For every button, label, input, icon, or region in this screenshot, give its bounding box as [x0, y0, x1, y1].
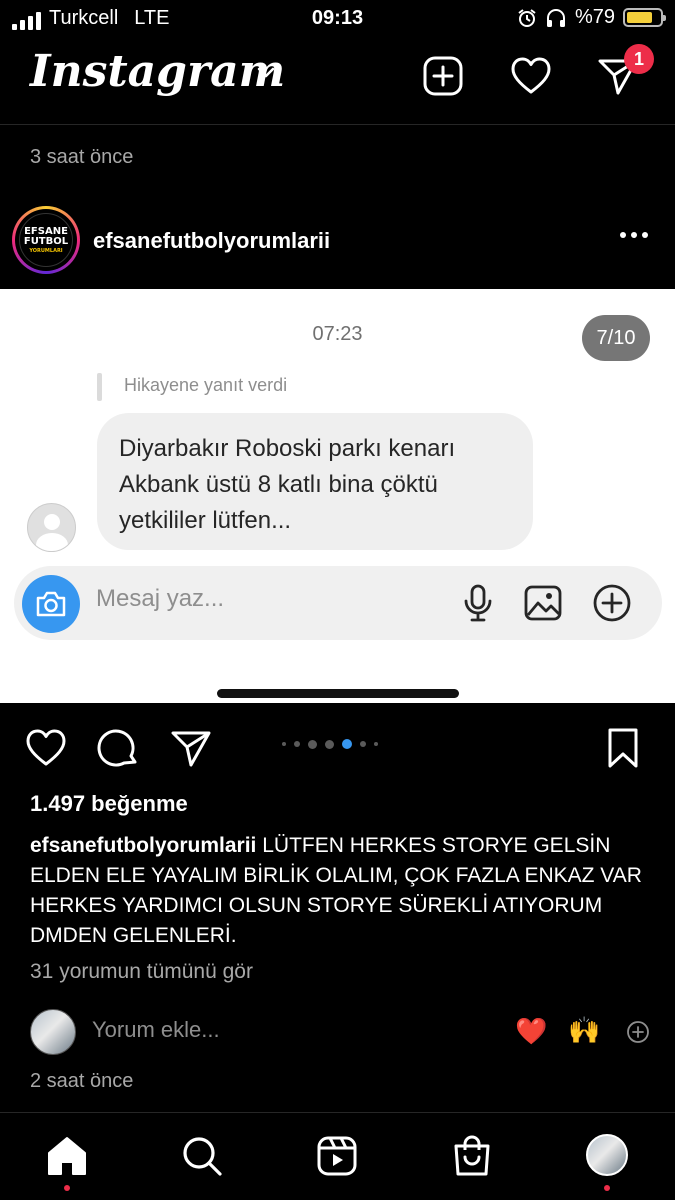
previous-post-time: 3 saat önce	[30, 146, 134, 168]
message-bubble: Diyarbakır Roboski parkı kenarı Akbank ü…	[97, 413, 533, 550]
chevron-down-icon[interactable]	[256, 66, 276, 80]
avatar-text-1: EFSANE	[24, 225, 68, 237]
activity-heart-icon[interactable]	[509, 54, 553, 98]
add-emoji-icon[interactable]	[626, 1020, 650, 1044]
reply-indicator-bar	[97, 373, 102, 401]
search-icon[interactable]	[180, 1134, 224, 1178]
view-all-comments-link[interactable]: 31 yorumun tümünü gör	[30, 960, 253, 984]
carousel-dot	[294, 741, 300, 747]
message-line: Diyarbakır Roboski parkı kenarı	[119, 435, 456, 462]
message-input	[96, 585, 426, 613]
like-count[interactable]: 1.497 beğenme	[30, 791, 188, 817]
notification-badge: 1	[624, 44, 654, 74]
battery-icon	[623, 8, 666, 27]
post-image[interactable]: 07:23 7/10 Hikayene yanıt verdi Diyarbak…	[0, 289, 675, 703]
avatar-text-2: FUTBOL	[23, 235, 69, 247]
carousel-dots[interactable]	[282, 739, 378, 749]
post-time: 2 saat önce	[30, 1070, 134, 1092]
add-circle-icon	[593, 584, 631, 622]
reels-icon[interactable]	[315, 1134, 359, 1178]
profile-notification-dot	[604, 1185, 610, 1191]
caption-username[interactable]: efsanefutbolyorumlarii	[30, 834, 256, 857]
camera-button	[22, 575, 80, 633]
sender-avatar	[27, 503, 76, 552]
story-reply-note: Hikayene yanıt verdi	[124, 375, 288, 395]
like-icon[interactable]	[24, 726, 68, 770]
header-divider	[0, 124, 675, 125]
current-user-avatar	[30, 1009, 76, 1055]
instagram-logo[interactable]: Instagram	[30, 46, 285, 97]
status-bar: Turkcell LTE 09:13 %79	[0, 0, 675, 38]
add-comment-input[interactable]: Yorum ekle...	[92, 1017, 220, 1043]
gallery-icon	[524, 585, 562, 621]
comment-icon[interactable]	[97, 726, 141, 770]
tab-bar-divider	[0, 1112, 675, 1113]
battery-percent: %79	[574, 6, 615, 28]
carousel-dot	[308, 739, 317, 749]
quick-emoji-raised-hands[interactable]: 🙌	[568, 1016, 600, 1046]
image-counter: 7/10	[582, 315, 650, 361]
new-post-icon[interactable]	[421, 54, 465, 98]
message-time: 07:23	[312, 323, 363, 345]
post-author-avatar[interactable]: EFSANE FUTBOL YORUMLARI	[12, 206, 80, 274]
carousel-dot	[374, 742, 378, 746]
shop-icon[interactable]	[450, 1134, 494, 1178]
alarm-icon	[518, 8, 536, 27]
status-right: %79	[517, 6, 666, 29]
profile-avatar[interactable]	[586, 1134, 628, 1176]
home-indicator	[217, 689, 459, 698]
post-username[interactable]: efsanefutbolyorumlarii	[93, 228, 330, 254]
carousel-dot	[360, 741, 366, 747]
carousel-dot	[325, 739, 334, 749]
headphones-icon	[546, 8, 565, 27]
home-icon[interactable]	[45, 1134, 89, 1178]
more-options-icon[interactable]	[620, 232, 648, 238]
avatar-logo: EFSANE FUTBOL YORUMLARI	[19, 213, 73, 267]
microphone-icon	[464, 584, 492, 622]
share-icon[interactable]	[169, 726, 213, 770]
message-composer	[14, 566, 662, 640]
camera-icon	[36, 591, 66, 617]
save-bookmark-icon[interactable]	[601, 726, 645, 770]
carousel-dot	[282, 742, 286, 746]
carousel-dot-active	[342, 739, 352, 749]
message-line: Akbank üstü 8 katlı bina çöktü	[119, 471, 438, 498]
message-line: yetkililer lütfen...	[119, 507, 292, 534]
post-caption: efsanefutbolyorumlarii LÜTFEN HERKES STO…	[30, 831, 650, 951]
avatar-text-3: YORUMLARI	[29, 247, 63, 254]
home-active-dot	[64, 1185, 70, 1191]
quick-emoji-heart[interactable]: ❤️	[515, 1016, 547, 1047]
